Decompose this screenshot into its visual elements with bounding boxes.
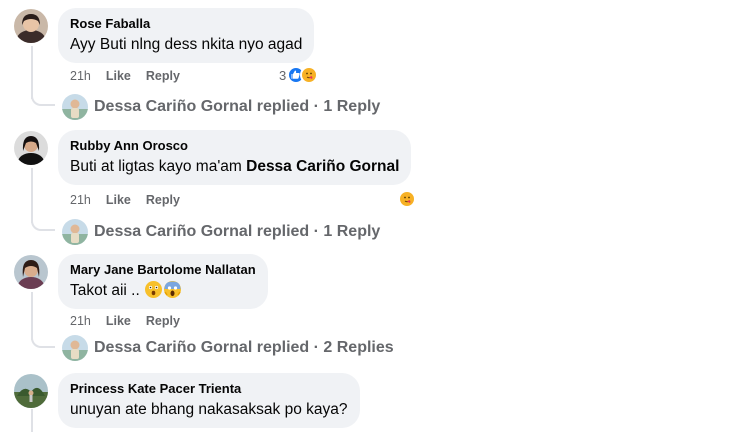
avatar (62, 219, 88, 245)
like-button[interactable]: Like (106, 69, 131, 83)
reply-button[interactable]: Reply (146, 193, 180, 207)
screaming-face-icon (164, 281, 182, 298)
comment-actions: 21h Like Reply (70, 314, 180, 328)
view-replies[interactable]: Dessa Cariño Gornal replied · 1 Reply (62, 219, 380, 245)
like-button[interactable]: Like (106, 314, 131, 328)
avatar[interactable] (14, 9, 48, 43)
avatar (62, 335, 88, 361)
reply-button[interactable]: Reply (146, 314, 180, 328)
like-button[interactable]: Like (106, 193, 131, 207)
replies-link[interactable]: Dessa Cariño Gornal replied · 1 Reply (94, 98, 380, 116)
reply-connector (31, 213, 55, 231)
reply-connector (31, 88, 55, 106)
care-icon (300, 66, 319, 84)
comment-bubble: Rose Faballa Ayy Buti nlng dess nkita ny… (58, 8, 315, 63)
avatar[interactable] (14, 131, 48, 165)
comment-text: Buti at ligtas kayo ma'am Dessa Cariño G… (70, 156, 399, 177)
comment-actions: 21h Like Reply (70, 69, 180, 83)
reaction-count: 3 (279, 67, 287, 83)
comment-bubble: Rubby Ann Orosco Buti at ligtas kayo ma'… (58, 130, 412, 185)
replies-link[interactable]: Dessa Cariño Gornal replied · 2 Replies (94, 339, 394, 357)
reactions-summary[interactable]: 3 (279, 66, 319, 84)
thread-line (31, 409, 33, 432)
comment-bubble: Princess Kate Pacer Trienta unuyan ate b… (58, 373, 360, 428)
comment-bubble: Mary Jane Bartolome Nallatan Takot aii .… (58, 254, 268, 309)
comment-text: Takot aii .. (70, 280, 256, 301)
comment-time[interactable]: 21h (70, 193, 91, 207)
comment-author[interactable]: Princess Kate Pacer Trienta (70, 380, 348, 397)
comment-text-body: Buti at ligtas kayo ma'am (70, 158, 247, 175)
comment-text: Ayy Buti nlng dess nkita nyo agad (70, 36, 303, 53)
avatar[interactable] (14, 374, 48, 408)
view-replies[interactable]: Dessa Cariño Gornal replied · 1 Reply (62, 94, 380, 120)
astonished-face-icon (145, 281, 163, 298)
replies-link[interactable]: Dessa Cariño Gornal replied · 1 Reply (94, 223, 380, 241)
reply-connector (31, 330, 55, 348)
comment-author[interactable]: Rubby Ann Orosco (70, 137, 399, 154)
comment-time[interactable]: 21h (70, 69, 91, 83)
comment-text: unuyan ate bhang nakasaksak po kaya? (70, 401, 348, 418)
avatar (62, 94, 88, 120)
mention-link[interactable]: Dessa Cariño Gornal (246, 158, 399, 175)
care-icon (398, 190, 416, 208)
reply-button[interactable]: Reply (146, 69, 180, 83)
comment-author[interactable]: Rose Faballa (70, 15, 302, 32)
avatar[interactable] (14, 255, 48, 289)
comment-actions: 21h Like Reply (70, 193, 180, 207)
reactions-summary[interactable] (398, 190, 416, 208)
comment-author[interactable]: Mary Jane Bartolome Nallatan (70, 261, 256, 278)
comment-time[interactable]: 21h (70, 314, 91, 328)
view-replies[interactable]: Dessa Cariño Gornal replied · 2 Replies (62, 335, 394, 361)
comment-text-body: Takot aii .. (70, 282, 145, 299)
